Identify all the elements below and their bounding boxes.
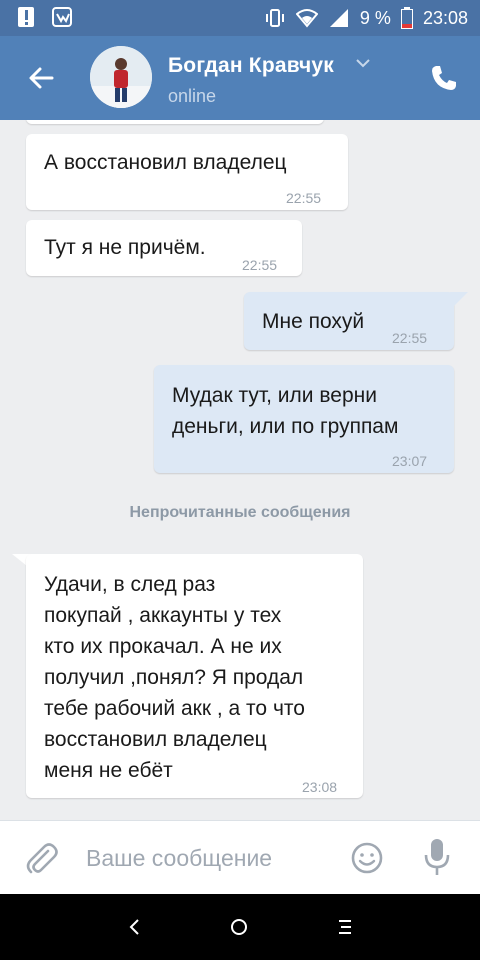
- back-arrow-icon[interactable]: [22, 58, 62, 98]
- message-composer: [0, 820, 480, 894]
- message-input[interactable]: [86, 841, 336, 875]
- message-list[interactable]: А восстановил владелец 22:55 Тут я не пр…: [0, 120, 480, 820]
- message-time: 22:55: [392, 330, 428, 346]
- message-line: деньги, или по группам: [172, 415, 399, 438]
- online-status: online: [168, 86, 217, 106]
- nav-home-icon[interactable]: [226, 914, 252, 940]
- battery-icon: [400, 7, 413, 29]
- unread-divider: Непрочитанные сообщения: [129, 504, 351, 521]
- message-line: кто их прокачал. А не их: [44, 635, 282, 658]
- nav-menu-icon[interactable]: [332, 914, 358, 940]
- wifi-icon: [295, 9, 318, 28]
- signal-icon: [329, 9, 348, 27]
- microphone-icon[interactable]: [422, 837, 452, 877]
- message-time: 23:07: [392, 453, 428, 469]
- contact-name[interactable]: Богдан Кравчук: [168, 54, 334, 78]
- message-line: тебе рабочий акк , а то что: [44, 697, 305, 720]
- emoji-icon[interactable]: [350, 841, 384, 875]
- message-text: А восстановил владелец: [44, 151, 287, 174]
- status-bar: 9 % 23:08: [0, 0, 480, 36]
- bubble-tail: [450, 292, 468, 306]
- message-bubble-partial: [26, 120, 324, 124]
- battery-percent: 9 %: [359, 7, 391, 28]
- message-bubble-incoming[interactable]: Удачи, в след раз покупай , аккаунты у т…: [26, 554, 363, 798]
- message-bubble-incoming[interactable]: Тут я не причём. 22:55: [26, 220, 302, 276]
- message-line: Удачи, в след раз: [44, 573, 216, 596]
- system-nav-bar: [0, 894, 480, 960]
- message-bubble-outgoing[interactable]: Мудак тут, или верни деньги, или по груп…: [154, 365, 454, 473]
- message-line: восстановил владелец: [44, 728, 267, 751]
- nav-back-icon[interactable]: [122, 914, 148, 940]
- message-text: Мне похуй: [262, 310, 365, 333]
- vk-notification-icon: [52, 7, 72, 27]
- chat-header: Богдан Кравчук online: [0, 36, 480, 120]
- message-time: 23:08: [302, 779, 338, 795]
- message-line: меня не ебёт: [44, 759, 173, 782]
- message-line: покупай , аккаунты у тех: [44, 604, 282, 627]
- alert-icon: [18, 7, 34, 27]
- message-text: Тут я не причём.: [44, 236, 206, 259]
- message-line: получил ,понял? Я продал: [44, 666, 304, 689]
- avatar[interactable]: [90, 46, 152, 108]
- message-time: 22:55: [242, 257, 278, 273]
- vibrate-icon: [265, 9, 284, 27]
- clock: 23:08: [422, 7, 468, 28]
- message-bubble-outgoing[interactable]: Мне похуй 22:55: [244, 292, 454, 350]
- message-bubble-incoming[interactable]: А восстановил владелец 22:55: [26, 134, 348, 210]
- message-time: 22:55: [286, 190, 322, 206]
- phone-icon[interactable]: [428, 62, 460, 94]
- paperclip-icon[interactable]: [22, 839, 60, 877]
- message-line: Мудак тут, или верни: [172, 384, 377, 407]
- chevron-down-icon[interactable]: [354, 56, 372, 70]
